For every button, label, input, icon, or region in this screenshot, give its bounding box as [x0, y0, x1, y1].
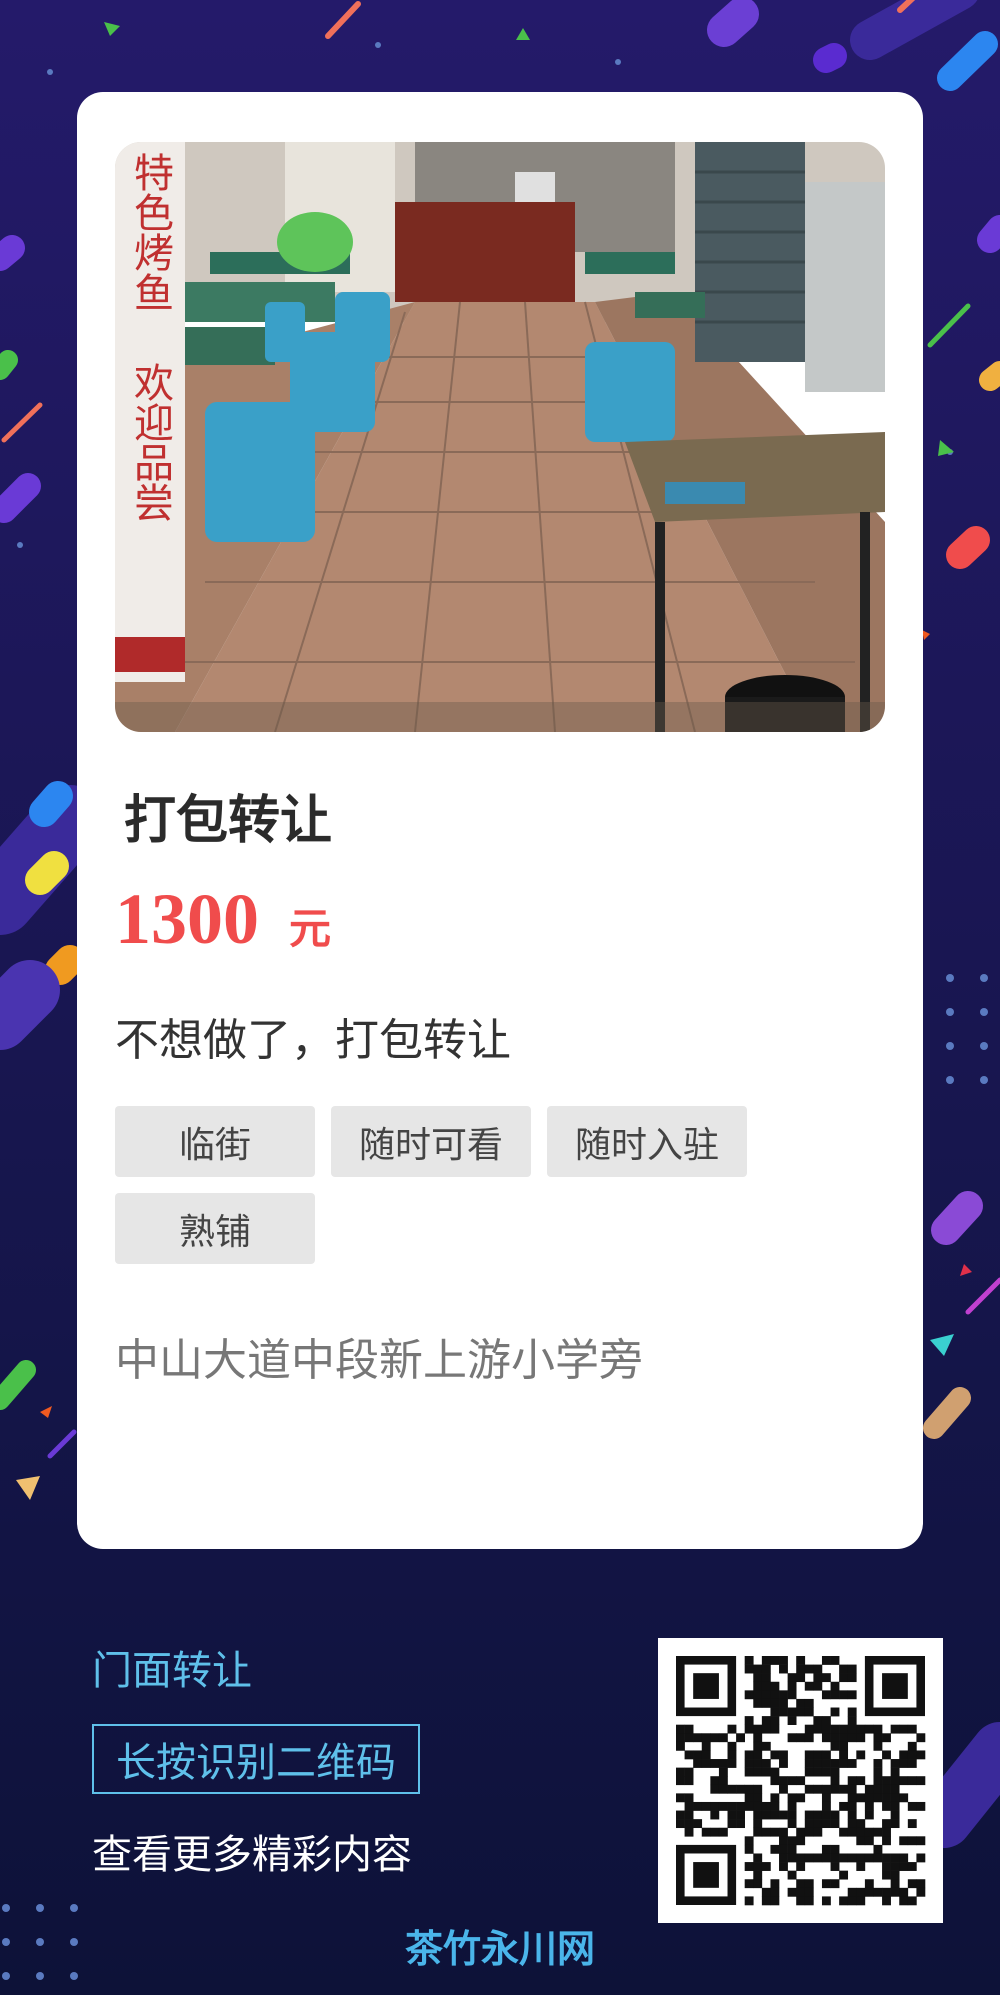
- listing-description: 不想做了，打包转让: [115, 1015, 511, 1066]
- listing-title: 打包转让: [124, 791, 333, 851]
- tag-list: 临街 随时可看 随时入驻 熟铺: [115, 1106, 775, 1264]
- tag-item: 熟铺: [115, 1193, 315, 1264]
- photo-banner-text: 特色烤鱼: [127, 152, 173, 312]
- price-unit: 元: [289, 904, 332, 953]
- shop-photo-illustration: 特色烤鱼 欢迎品尝: [115, 142, 885, 732]
- brand-name: 茶竹永川网: [404, 1927, 595, 1971]
- photo-banner-text-2: 欢迎品尝: [127, 362, 174, 522]
- qr-hint-button[interactable]: 长按识别二维码: [92, 1724, 420, 1794]
- price-row: 1300 元: [115, 878, 331, 961]
- qr-code[interactable]: [658, 1638, 943, 1923]
- footer-title: 门面转让: [92, 1648, 252, 1694]
- shop-photo[interactable]: 特色烤鱼 欢迎品尝: [115, 142, 885, 732]
- listing-address: 中山大道中段新上游小学旁: [115, 1335, 643, 1386]
- tag-item: 随时入驻: [547, 1106, 747, 1177]
- footer-info: 门面转让 长按识别二维码 查看更多精彩内容: [92, 1638, 420, 1880]
- listing-card[interactable]: 特色烤鱼 欢迎品尝 打包转让 1300 元 不想做了，打包转让 临街 随时可看 随…: [77, 92, 923, 1549]
- footer-more-text: 查看更多精彩内容: [92, 1832, 412, 1878]
- tag-item: 临街: [115, 1106, 315, 1177]
- price-value: 1300: [115, 879, 259, 959]
- qr-code-icon: [676, 1656, 926, 1906]
- tag-item: 随时可看: [331, 1106, 531, 1177]
